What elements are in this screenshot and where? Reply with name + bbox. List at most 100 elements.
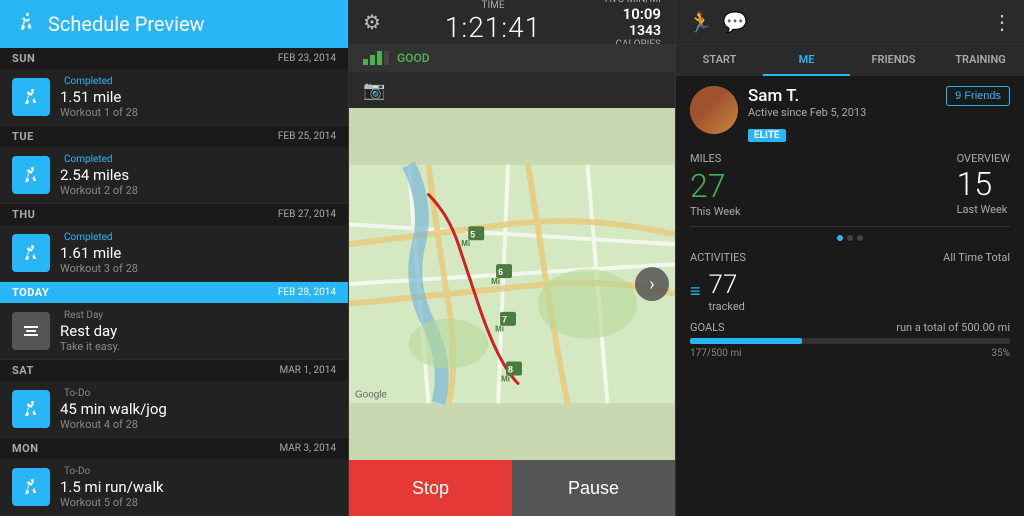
day-label: MON — [12, 442, 38, 455]
workout-title: 1.51 mile — [60, 88, 336, 106]
goals-label: GOALS — [690, 321, 725, 334]
workout-item[interactable]: Completed 1.61 mile Workout 3 of 28 — [0, 225, 348, 282]
progress-bar-fill — [690, 338, 802, 344]
profile-panel: 🏃 💬 ⋮ STARTMEFRIENDSTRAINING Sam T. Acti… — [676, 0, 1024, 516]
day-header: TUEFEB 25, 2014 — [0, 126, 348, 147]
day-header: TODAY FEB 28, 2014 — [0, 282, 348, 303]
tab-training[interactable]: TRAINING — [937, 45, 1024, 76]
overview-label: OVERVIEW — [957, 152, 1010, 165]
svg-text:5: 5 — [470, 229, 475, 239]
day-date: FEB 28, 2014 — [278, 287, 336, 298]
status-text: GOOD — [397, 51, 430, 65]
dots-row — [690, 235, 1010, 241]
right-stats: AVG MIN/MI 10:09 1343 CALORIES — [605, 0, 661, 50]
day-label: TODAY — [12, 286, 49, 299]
workout-info: To-Do 45 min walk/jog Workout 4 of 28 — [60, 387, 336, 431]
workout-badge: To-Do — [60, 387, 336, 400]
more-icon[interactable]: ⋮ — [992, 10, 1012, 34]
activity-item: ≡ 77 tracked — [690, 270, 1010, 313]
svg-text:8: 8 — [508, 364, 513, 374]
next-button[interactable]: › — [635, 267, 669, 301]
run-icon — [14, 9, 38, 39]
chat-icon[interactable]: 💬 — [723, 10, 748, 34]
run-tracker-panel: ⚙ TIME 1:21:41 AVG MIN/MI 10:09 1343 CAL… — [348, 0, 676, 516]
list-icon: ≡ — [690, 281, 701, 302]
right-header: 🏃 💬 ⋮ — [676, 0, 1024, 44]
workout-icon-box — [12, 312, 50, 350]
avatar — [690, 86, 738, 134]
tab-me[interactable]: ME — [763, 45, 850, 76]
day-label: THU — [12, 208, 35, 221]
workout-item[interactable]: To-Do 1.5 mi run/walk Workout 5 of 28 — [0, 459, 348, 516]
svg-text:6: 6 — [498, 267, 503, 277]
workout-icon-box — [12, 468, 50, 506]
svg-text:Mi: Mi — [491, 277, 500, 286]
workout-badge: Completed — [60, 231, 336, 244]
dot-3 — [857, 235, 863, 241]
day-header: SUNFEB 23, 2014 — [0, 48, 348, 69]
workout-info: Completed 2.54 miles Workout 2 of 28 — [60, 153, 336, 197]
day-date: FEB 27, 2014 — [278, 209, 336, 220]
workout-badge: Completed — [60, 75, 336, 88]
profile-since: Active since Feb 5, 2013 — [748, 106, 936, 119]
workout-title: 1.61 mile — [60, 244, 336, 262]
day-section: THU FEB 27, 2014 Completed 1.61 mile Work… — [0, 204, 348, 282]
workout-icon-box — [12, 234, 50, 272]
miles-label: MILES — [690, 152, 741, 165]
bar1 — [363, 59, 368, 65]
dot-1 — [837, 235, 843, 241]
day-section: SATMAR 1, 2014 To-Do 45 min walk/jog Wor… — [0, 360, 348, 438]
header-icons: 🏃 💬 — [688, 10, 748, 34]
miles-last-week: 15 — [957, 165, 1010, 203]
workout-sub: Workout 3 of 28 — [60, 262, 336, 275]
bar2 — [370, 55, 375, 65]
tab-start[interactable]: START — [676, 45, 763, 76]
pause-button[interactable]: Pause — [512, 460, 675, 516]
day-section: SUNFEB 23, 2014 Completed 1.51 mile Work… — [0, 48, 348, 126]
profile-name: Sam T. — [748, 86, 936, 106]
profile-row: Sam T. Active since Feb 5, 2013 ELITE 9 … — [690, 86, 1010, 142]
schedule-panel: Schedule Preview SUNFEB 23, 2014 Complet… — [0, 0, 348, 516]
progress-right: 35% — [991, 348, 1010, 359]
day-date: MAR 3, 2014 — [279, 443, 336, 454]
camera-row: 📷 — [349, 72, 675, 108]
time-block: TIME 1:21:41 — [445, 0, 541, 44]
svg-text:Mi: Mi — [461, 239, 470, 248]
activity-count: 77 — [709, 270, 738, 300]
svg-text:Mi: Mi — [501, 374, 510, 383]
camera-icon[interactable]: 📷 — [363, 80, 385, 101]
workout-title: Rest day — [60, 322, 336, 340]
workout-sub: Take it easy. — [60, 340, 336, 353]
day-label: SAT — [12, 364, 34, 377]
workout-item[interactable]: Rest Day Rest day Take it easy. — [0, 303, 348, 360]
right-content: Sam T. Active since Feb 5, 2013 ELITE 9 … — [676, 76, 1024, 516]
workout-info: Completed 1.51 mile Workout 1 of 28 — [60, 75, 336, 119]
stop-button[interactable]: Stop — [349, 460, 512, 516]
bar3 — [377, 51, 382, 65]
time-value: 1:21:41 — [445, 11, 541, 44]
workout-sub: Workout 1 of 28 — [60, 106, 336, 119]
workout-sub: Workout 2 of 28 — [60, 184, 336, 197]
settings-icon[interactable]: ⚙ — [363, 10, 381, 34]
workout-item[interactable]: To-Do 45 min walk/jog Workout 4 of 28 — [0, 381, 348, 438]
header-left: ⚙ — [363, 10, 381, 34]
profile-info: Sam T. Active since Feb 5, 2013 ELITE — [748, 86, 936, 142]
workout-item[interactable]: Completed 1.51 mile Workout 1 of 28 — [0, 69, 348, 126]
svg-text:Google: Google — [355, 389, 387, 400]
miles-this-week: 27 — [690, 167, 741, 205]
workout-badge: Completed — [60, 153, 336, 166]
workout-title: 45 min walk/jog — [60, 400, 336, 418]
map-area[interactable]: 5 Mi 6 Mi 7 Mi 8 Mi Google › — [349, 108, 675, 460]
activity-count-block: 77 tracked — [709, 270, 745, 313]
svg-text:Mi: Mi — [495, 325, 504, 334]
time-label: TIME — [445, 0, 541, 11]
friends-button[interactable]: 9 Friends — [946, 86, 1010, 106]
tab-friends[interactable]: FRIENDS — [850, 45, 937, 76]
workout-sub: Workout 4 of 28 — [60, 418, 336, 431]
goals-section: GOALS run a total of 500.00 mi 177/500 m… — [690, 321, 1010, 359]
workout-info: Rest Day Rest day Take it easy. — [60, 309, 336, 353]
activity-tracked: tracked — [709, 300, 745, 313]
calories-value: 1343 — [605, 23, 661, 39]
day-section: TODAY FEB 28, 2014 Rest Day Rest day Take… — [0, 282, 348, 360]
workout-item[interactable]: Completed 2.54 miles Workout 2 of 28 — [0, 147, 348, 204]
